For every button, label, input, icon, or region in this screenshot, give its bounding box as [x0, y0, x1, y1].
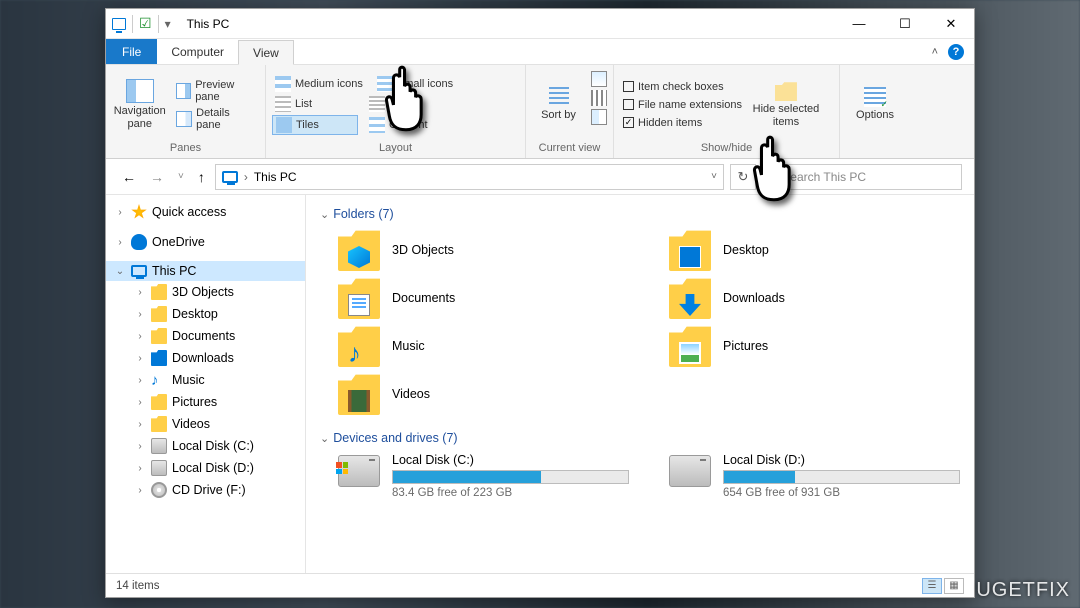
collapse-ribbon-icon[interactable]: ˄	[932, 46, 938, 58]
drive-c-name: Local Disk (C:)	[392, 453, 629, 467]
content-pane[interactable]: Folders (7) 3D Objects Desktop Documents…	[306, 195, 974, 573]
navigation-tree[interactable]: ›Quick access ›OneDrive ⌄This PC ›3D Obj…	[106, 195, 306, 573]
help-icon[interactable]: ?	[948, 44, 964, 60]
folder-videos[interactable]: Videos	[338, 373, 629, 415]
tree-this-pc[interactable]: ⌄This PC	[106, 261, 305, 281]
address-dropdown-icon[interactable]: ˅	[711, 171, 717, 182]
current-view-group-label: Current view	[532, 142, 607, 156]
quick-access-toolbar: ☑ ▾	[106, 15, 177, 33]
details-view-switch[interactable]: ☰	[922, 578, 942, 594]
options-button[interactable]: ✓ Options	[846, 67, 904, 142]
options-label: Options	[856, 109, 894, 121]
tiles-view-switch[interactable]: ▦	[944, 578, 964, 594]
watermark: UGETFIX	[976, 579, 1070, 602]
tiles-button[interactable]: Tiles	[272, 115, 358, 135]
tree-item[interactable]: ›3D Objects	[106, 281, 305, 303]
tree-item[interactable]: ›Pictures	[106, 391, 305, 413]
ribbon: Navigation pane Preview pane Details pan…	[106, 65, 974, 159]
file-name-extensions-toggle[interactable]: File name extensions	[620, 98, 745, 112]
address-location: This PC	[254, 170, 297, 184]
drive-d-free: 654 GB free of 931 GB	[723, 487, 960, 499]
drive-d-usage-bar	[723, 470, 960, 484]
qat-dropdown-icon[interactable]: ▾	[165, 17, 171, 31]
ribbon-tabs: File Computer View ˄ ?	[106, 39, 974, 65]
details-button[interactable]: Details	[366, 95, 426, 113]
navigation-pane-button[interactable]: Navigation pane	[112, 67, 167, 142]
tree-item[interactable]: ›Local Disk (D:)	[106, 457, 305, 479]
hide-selected-items-button[interactable]: Hide selected items	[751, 67, 821, 142]
small-icons-button[interactable]: Small icons	[374, 75, 456, 93]
search-icon: ⌕	[769, 169, 776, 185]
tree-quick-access[interactable]: ›Quick access	[106, 201, 305, 223]
item-check-boxes-toggle[interactable]: Item check boxes	[620, 80, 745, 94]
folder-desktop[interactable]: Desktop	[669, 229, 960, 271]
hidden-items-toggle[interactable]: Hidden items	[620, 116, 745, 130]
computer-tab[interactable]: Computer	[157, 39, 238, 64]
panes-group-label: Panes	[112, 142, 259, 156]
content-button[interactable]: Content	[366, 115, 431, 135]
layout-group-label: Layout	[272, 142, 519, 156]
group-by-icon[interactable]	[591, 71, 607, 87]
drive-c[interactable]: Local Disk (C:) 83.4 GB free of 223 GB	[338, 453, 629, 499]
add-columns-icon[interactable]	[591, 90, 607, 106]
titlebar: ☑ ▾ This PC ― ☐ ✕	[106, 9, 974, 39]
sort-by-label: Sort by	[541, 109, 576, 121]
drive-d[interactable]: Local Disk (D:) 654 GB free of 931 GB	[669, 453, 960, 499]
details-pane-button[interactable]: Details pane	[173, 106, 259, 132]
navigation-pane-label: Navigation pane	[112, 105, 167, 129]
maximize-button[interactable]: ☐	[882, 9, 928, 39]
tree-item[interactable]: ›Videos	[106, 413, 305, 435]
nav-row: ← → ˅ ↑ › This PC ˅ ↻ ⌕ Search This PC	[106, 159, 974, 195]
tree-item[interactable]: ›Local Disk (C:)	[106, 435, 305, 457]
folder-music[interactable]: ♪Music	[338, 325, 629, 367]
file-explorer-window: ☑ ▾ This PC ― ☐ ✕ File Computer View ˄ ?…	[105, 8, 975, 598]
refresh-button[interactable]: ↻	[730, 164, 756, 190]
item-count: 14 items	[116, 580, 159, 592]
drive-c-free: 83.4 GB free of 223 GB	[392, 487, 629, 499]
search-box[interactable]: ⌕ Search This PC	[762, 164, 962, 190]
address-bar[interactable]: › This PC ˅	[215, 164, 724, 190]
file-tab[interactable]: File	[106, 39, 157, 64]
sort-by-button[interactable]: Sort by	[532, 67, 585, 142]
recent-locations-icon[interactable]: ˅	[174, 171, 188, 182]
address-pc-icon	[222, 171, 238, 183]
minimize-button[interactable]: ―	[836, 9, 882, 39]
list-button[interactable]: List	[272, 95, 358, 113]
tree-item[interactable]: ›Documents	[106, 325, 305, 347]
qat-properties-icon[interactable]: ☑	[139, 15, 152, 32]
status-bar: 14 items ☰ ▦	[106, 573, 974, 597]
close-button[interactable]: ✕	[928, 9, 974, 39]
size-columns-icon[interactable]	[591, 109, 607, 125]
view-tab[interactable]: View	[238, 40, 294, 65]
app-icon	[112, 18, 126, 30]
folders-section-header[interactable]: Folders (7)	[320, 203, 960, 225]
drive-d-name: Local Disk (D:)	[723, 453, 960, 467]
drive-c-usage-bar	[392, 470, 629, 484]
folder-3d-objects[interactable]: 3D Objects	[338, 229, 629, 271]
tree-item[interactable]: ›Downloads	[106, 347, 305, 369]
window-title: This PC	[177, 17, 230, 31]
show-hide-group-label: Show/hide	[620, 142, 833, 156]
folder-pictures[interactable]: Pictures	[669, 325, 960, 367]
folder-documents[interactable]: Documents	[338, 277, 629, 319]
medium-icons-button[interactable]: Medium icons	[272, 75, 366, 93]
back-button[interactable]: ←	[118, 169, 140, 185]
search-placeholder: Search This PC	[782, 170, 866, 184]
tree-item[interactable]: ›CD Drive (F:)	[106, 479, 305, 501]
forward-button[interactable]: →	[146, 169, 168, 185]
tree-item[interactable]: ›♪Music	[106, 369, 305, 391]
hide-selected-label: Hide selected items	[751, 103, 821, 127]
tree-item[interactable]: ›Desktop	[106, 303, 305, 325]
up-button[interactable]: ↑	[194, 169, 209, 185]
folder-downloads[interactable]: Downloads	[669, 277, 960, 319]
drives-section-header[interactable]: Devices and drives (7)	[320, 427, 960, 449]
preview-pane-button[interactable]: Preview pane	[173, 78, 259, 104]
tree-onedrive[interactable]: ›OneDrive	[106, 231, 305, 253]
